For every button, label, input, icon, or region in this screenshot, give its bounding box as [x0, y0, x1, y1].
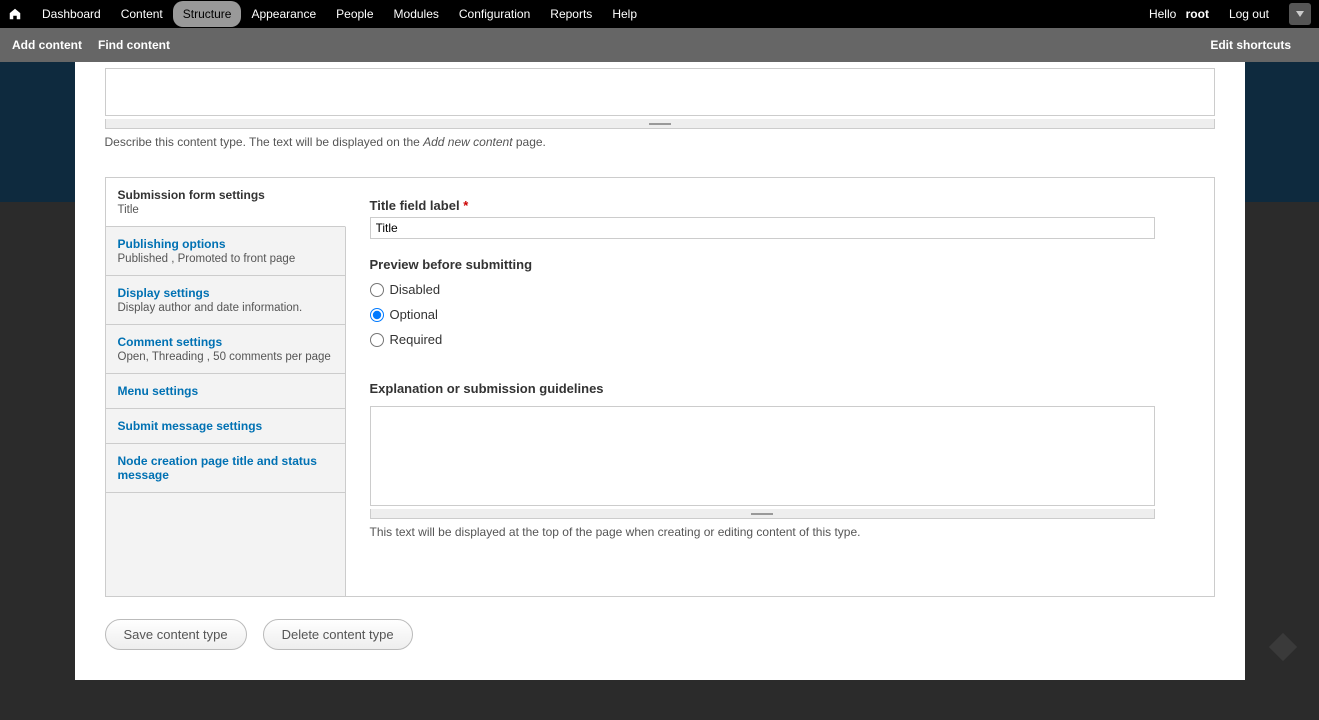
toolbar-item-configuration[interactable]: Configuration	[449, 1, 540, 27]
toolbar-item-dashboard[interactable]: Dashboard	[32, 1, 111, 27]
toolbar-hello: Hello root	[1137, 7, 1215, 21]
preview-option-disabled[interactable]: Disabled	[370, 282, 1190, 297]
explanation-textarea[interactable]	[370, 406, 1155, 506]
vtab-title: Display settings	[118, 286, 333, 300]
description-resize-grippie[interactable]	[105, 119, 1215, 129]
toolbar-item-structure[interactable]: Structure	[173, 1, 242, 27]
toolbar-item-content[interactable]: Content	[111, 1, 173, 27]
vtab-summary: Display author and date information.	[118, 302, 333, 314]
vtab-submission-form-settings[interactable]: Submission form settings Title	[106, 178, 346, 227]
shortcut-bar: Add content Find content Edit shortcuts	[0, 28, 1319, 62]
save-button[interactable]: Save content type	[105, 619, 247, 650]
shortcut-edit-shortcuts[interactable]: Edit shortcuts	[1210, 38, 1291, 52]
explanation-help: This text will be displayed at the top o…	[370, 525, 1190, 539]
required-indicator: *	[463, 198, 468, 213]
preview-radio-optional[interactable]	[370, 308, 384, 322]
vtab-menu-settings[interactable]: Menu settings	[106, 374, 345, 409]
content-page: Describe this content type. The text wil…	[75, 62, 1245, 680]
vtab-submit-message-settings[interactable]: Submit message settings	[106, 409, 345, 444]
shortcut-find-content[interactable]: Find content	[98, 38, 170, 52]
preview-section-label: Preview before submitting	[370, 257, 1190, 272]
home-icon[interactable]	[8, 7, 22, 21]
toolbar-item-people[interactable]: People	[326, 1, 383, 27]
vtab-publishing-options[interactable]: Publishing options Published , Promoted …	[106, 227, 345, 276]
shortcut-add-content[interactable]: Add content	[12, 38, 82, 52]
toolbar-dropdown-toggle[interactable]	[1289, 3, 1311, 25]
toolbar-item-modules[interactable]: Modules	[384, 1, 449, 27]
vtab-title: Publishing options	[118, 237, 333, 251]
vtab-summary: Published , Promoted to front page	[118, 253, 333, 265]
vtab-title: Submit message settings	[118, 419, 333, 433]
title-field-label-label: Title field label *	[370, 198, 1190, 213]
vertical-tabs: Submission form settings Title Publishin…	[105, 177, 1215, 597]
description-textarea[interactable]	[105, 68, 1215, 116]
vtab-node-creation-page-title[interactable]: Node creation page title and status mess…	[106, 444, 345, 493]
preview-option-optional[interactable]: Optional	[370, 307, 1190, 322]
preview-option-required[interactable]: Required	[370, 332, 1190, 347]
vtab-display-settings[interactable]: Display settings Display author and date…	[106, 276, 345, 325]
vtab-summary: Title	[118, 204, 333, 216]
toolbar-username: root	[1186, 7, 1209, 21]
vtab-title: Menu settings	[118, 384, 333, 398]
delete-button[interactable]: Delete content type	[263, 619, 413, 650]
title-field-label-input[interactable]	[370, 217, 1155, 239]
description-block: Describe this content type. The text wil…	[105, 62, 1215, 149]
vtab-title: Comment settings	[118, 335, 333, 349]
toolbar-item-appearance[interactable]: Appearance	[241, 1, 326, 27]
toolbar-item-help[interactable]: Help	[602, 1, 647, 27]
vtab-title: Node creation page title and status mess…	[118, 454, 333, 482]
title-field-label-row: Title field label *	[370, 198, 1190, 239]
form-actions: Save content type Delete content type	[105, 619, 1215, 650]
description-help: Describe this content type. The text wil…	[105, 135, 1215, 149]
vertical-tabs-menu: Submission form settings Title Publishin…	[106, 178, 346, 596]
preview-radio-required[interactable]	[370, 333, 384, 347]
vtab-summary: Open, Threading , 50 comments per page	[118, 351, 333, 363]
toolbar-logout[interactable]: Log out	[1219, 1, 1279, 27]
vertical-tabs-content: Title field label * Preview before submi…	[346, 178, 1214, 596]
admin-toolbar: Dashboard Content Structure Appearance P…	[0, 0, 1319, 28]
explanation-resize-grippie[interactable]	[370, 509, 1155, 519]
vtab-comment-settings[interactable]: Comment settings Open, Threading , 50 co…	[106, 325, 345, 374]
vtab-title: Submission form settings	[118, 188, 333, 202]
explanation-label: Explanation or submission guidelines	[370, 381, 1190, 396]
preview-radio-disabled[interactable]	[370, 283, 384, 297]
toolbar-item-reports[interactable]: Reports	[540, 1, 602, 27]
